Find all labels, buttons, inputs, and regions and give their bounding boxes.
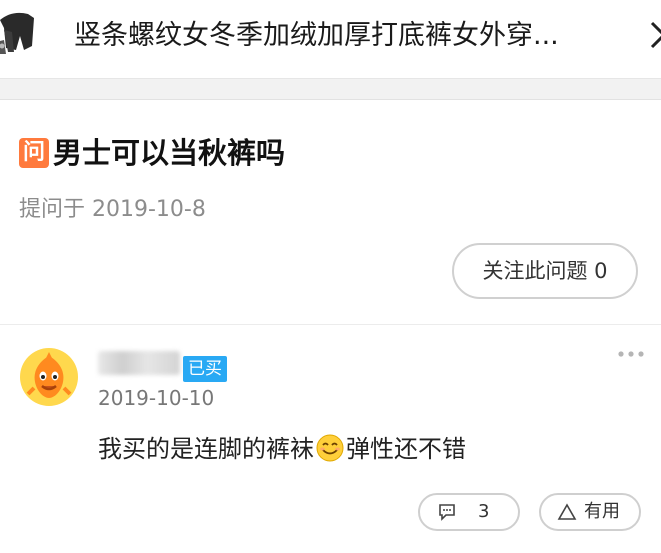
bought-badge: 已买	[183, 356, 227, 382]
smile-emoji-icon	[316, 434, 344, 462]
user-avatar[interactable]	[20, 348, 78, 406]
question-title: 男士可以当秋裤吗	[53, 136, 286, 170]
comment-count: 3	[478, 501, 490, 522]
answer-text: 我买的是连脚的裤袜 弹性还不错	[98, 432, 466, 466]
follow-question-button[interactable]: 关注此问题 0	[452, 243, 638, 299]
answer-text-part1: 我买的是连脚的裤袜	[98, 435, 314, 463]
close-icon[interactable]	[650, 20, 661, 50]
answer-date: 2019-10-10	[98, 386, 215, 410]
comment-button[interactable]: 3	[418, 493, 520, 531]
product-title[interactable]: 竖条螺纹女冬季加绒加厚打底裤女外穿...	[74, 19, 634, 53]
divider	[0, 324, 661, 325]
comment-icon	[439, 504, 455, 521]
product-thumbnail[interactable]	[0, 6, 42, 58]
qa-page: 竖条螺纹女冬季加绒加厚打底裤女外穿... 问 男士可以当秋裤吗 提问于 2019…	[0, 0, 661, 553]
triangle-up-icon	[557, 503, 577, 520]
username-blurred	[98, 351, 180, 375]
product-header: 竖条螺纹女冬季加绒加厚打底裤女外穿...	[0, 0, 661, 79]
answer-text-part2: 弹性还不错	[346, 435, 466, 463]
question-badge: 问	[19, 138, 49, 168]
question-card: 问 男士可以当秋裤吗 提问于 2019-10-8 关注此问题 0 已买 2019…	[0, 99, 661, 553]
more-options-icon[interactable]	[617, 349, 645, 359]
question-asked-date: 提问于 2019-10-8	[19, 197, 206, 222]
section-gap	[0, 79, 661, 99]
useful-button[interactable]: 有用	[539, 493, 641, 531]
useful-label: 有用	[584, 501, 620, 522]
